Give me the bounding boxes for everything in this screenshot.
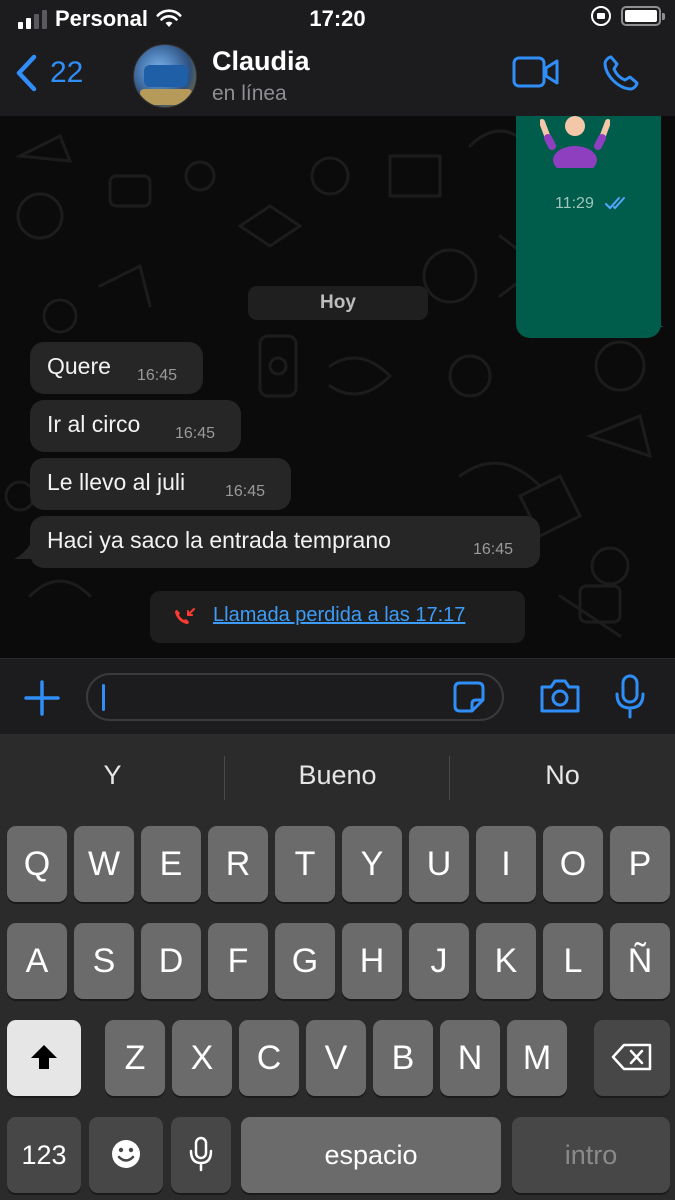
- prediction-1[interactable]: Y: [0, 760, 225, 791]
- key-l[interactable]: L: [543, 923, 603, 999]
- key-d[interactable]: D: [141, 923, 201, 999]
- missed-call-icon: [175, 608, 195, 624]
- chevron-left-icon: [16, 54, 37, 92]
- numbers-key[interactable]: 123: [7, 1117, 81, 1193]
- rotation-lock-icon: [591, 6, 611, 26]
- bubble-tail: [14, 541, 32, 559]
- message-time: 16:45: [137, 367, 178, 384]
- message-list[interactable]: 11:29 Hoy Quere 16:45 Ir al circo 16:45 …: [0, 116, 675, 658]
- date-separator: Hoy: [248, 286, 428, 320]
- missed-call-notice[interactable]: Llamada perdida a las 17:17: [150, 591, 525, 643]
- chat-header: 22 Claudia en línea: [0, 38, 675, 116]
- message-time: 16:45: [225, 483, 266, 500]
- key-u[interactable]: U: [409, 826, 469, 902]
- space-key[interactable]: espacio: [241, 1117, 501, 1193]
- key-t[interactable]: T: [275, 826, 335, 902]
- keyboard: Y Bueno No Q W E R T Y U I O P A S D F G…: [0, 734, 675, 1200]
- prediction-3[interactable]: No: [450, 760, 675, 791]
- key-m[interactable]: M: [507, 1020, 567, 1096]
- incoming-message-bubble[interactable]: Haci ya saco la entrada temprano 16:45: [30, 516, 540, 568]
- key-e[interactable]: E: [141, 826, 201, 902]
- message-time: 16:45: [175, 425, 216, 442]
- emoji-key[interactable]: [89, 1117, 163, 1193]
- key-r[interactable]: R: [208, 826, 268, 902]
- key-g[interactable]: G: [275, 923, 335, 999]
- back-button[interactable]: 22: [14, 54, 83, 92]
- message-text: Quere: [47, 353, 111, 379]
- key-c[interactable]: C: [239, 1020, 299, 1096]
- message-input[interactable]: [86, 673, 504, 721]
- key-q[interactable]: Q: [7, 826, 67, 902]
- contact-name[interactable]: Claudia: [212, 46, 310, 77]
- message-text: Le llevo al juli: [47, 469, 186, 495]
- backspace-key[interactable]: [594, 1020, 670, 1096]
- dictation-key[interactable]: [171, 1117, 231, 1193]
- key-h[interactable]: H: [342, 923, 402, 999]
- unread-count: 22: [50, 56, 84, 89]
- key-j[interactable]: J: [409, 923, 469, 999]
- key-z[interactable]: Z: [105, 1020, 165, 1096]
- read-receipt-icon: [605, 197, 625, 210]
- prediction-2[interactable]: Bueno: [225, 760, 450, 791]
- phone-call-icon[interactable]: [602, 54, 640, 92]
- sticker-icon[interactable]: [452, 680, 486, 714]
- person-shrugging-emoji-icon: [540, 116, 610, 168]
- message-text: Ir al circo: [47, 411, 141, 437]
- text-cursor: [102, 684, 105, 711]
- key-w[interactable]: W: [74, 826, 134, 902]
- key-f[interactable]: F: [208, 923, 268, 999]
- plus-icon[interactable]: [23, 679, 61, 717]
- shift-arrow-icon: [31, 1045, 57, 1070]
- key-k[interactable]: K: [476, 923, 536, 999]
- key-b[interactable]: B: [373, 1020, 433, 1096]
- microphone-icon[interactable]: [613, 674, 647, 720]
- predictive-text-bar: Y Bueno No: [0, 734, 675, 820]
- key-o[interactable]: O: [543, 826, 603, 902]
- return-key[interactable]: intro: [512, 1117, 670, 1193]
- camera-icon[interactable]: [538, 677, 582, 715]
- message-composer: [0, 658, 675, 734]
- key-s[interactable]: S: [74, 923, 134, 999]
- message-text: Haci ya saco la entrada temprano: [47, 527, 391, 553]
- clock: 17:20: [309, 6, 366, 31]
- backspace-icon: [611, 1043, 652, 1071]
- contact-status: en línea: [212, 82, 287, 105]
- video-call-icon[interactable]: [512, 56, 560, 88]
- emoji-icon: [112, 1140, 140, 1169]
- key-enye[interactable]: Ñ: [610, 923, 670, 999]
- key-i[interactable]: I: [476, 826, 536, 902]
- bubble-tail: [650, 311, 664, 327]
- key-y[interactable]: Y: [342, 826, 402, 902]
- message-time: 11:29: [555, 195, 594, 212]
- battery-icon: [621, 6, 665, 26]
- incoming-message-bubble[interactable]: Le llevo al juli 16:45: [30, 458, 291, 510]
- message-time: 16:45: [473, 541, 514, 558]
- incoming-message-bubble[interactable]: Ir al circo 16:45: [30, 400, 241, 452]
- avatar[interactable]: [133, 44, 197, 108]
- key-n[interactable]: N: [440, 1020, 500, 1096]
- key-p[interactable]: P: [610, 826, 670, 902]
- key-a[interactable]: A: [7, 923, 67, 999]
- key-x[interactable]: X: [172, 1020, 232, 1096]
- shift-key[interactable]: [7, 1020, 81, 1096]
- incoming-message-bubble[interactable]: Quere 16:45: [30, 342, 203, 394]
- microphone-icon: [189, 1136, 213, 1172]
- key-v[interactable]: V: [306, 1020, 366, 1096]
- missed-call-link[interactable]: Llamada perdida a las 17:17: [213, 604, 465, 627]
- status-bar: Personal 17:20: [0, 0, 675, 38]
